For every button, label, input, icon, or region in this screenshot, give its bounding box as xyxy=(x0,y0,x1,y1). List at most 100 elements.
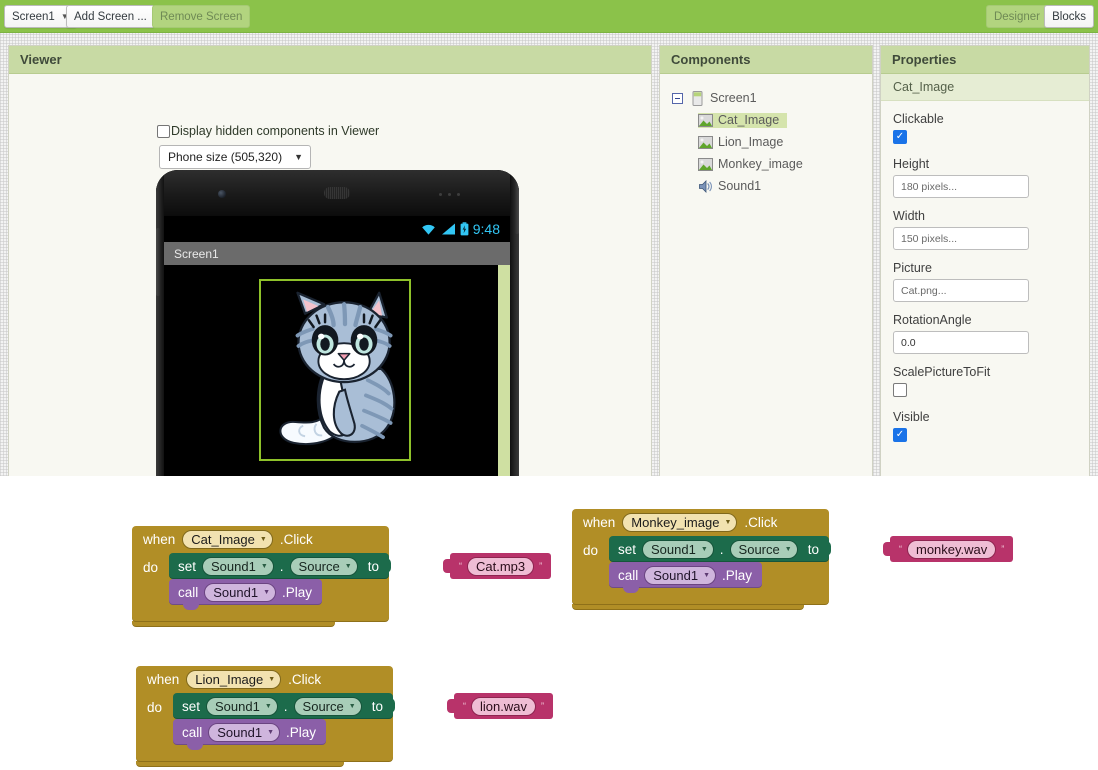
properties-panel: Properties Cat_Image Clickable ✓ Height … xyxy=(880,45,1090,477)
value-socket xyxy=(822,541,831,556)
call-component-dropdown[interactable]: Sound1 ▼ xyxy=(204,583,276,602)
tree-label: Screen1 xyxy=(710,91,757,105)
text-value-field[interactable]: Cat.mp3 xyxy=(467,557,534,576)
event-name: .Click xyxy=(280,532,313,547)
app-screen-area xyxy=(164,265,510,477)
when-monkey-image-click-block[interactable]: when Monkey_image ▼ .Click do set Sound1 xyxy=(572,509,829,604)
block-stack-monkey[interactable]: when Monkey_image ▼ .Click do set Sound1 xyxy=(572,509,829,609)
width-field[interactable]: 150 pixels... xyxy=(893,227,1029,250)
display-hidden-components-checkbox[interactable] xyxy=(157,125,170,138)
remove-screen-button[interactable]: Remove Screen xyxy=(152,5,250,28)
properties-list: Clickable ✓ Height 180 pixels... Width 1… xyxy=(881,101,1089,442)
collapse-toggle-icon[interactable] xyxy=(672,93,683,104)
setter-property-dropdown[interactable]: Source ▼ xyxy=(294,697,362,716)
dot-separator: . xyxy=(280,559,284,574)
blocks-tab-button[interactable]: Blocks xyxy=(1044,5,1094,28)
setter-component-dropdown[interactable]: Sound1 ▼ xyxy=(642,540,714,559)
setter-component-label: Sound1 xyxy=(651,542,696,557)
properties-panel-title: Properties xyxy=(881,46,1089,74)
text-value-field[interactable]: monkey.wav xyxy=(907,540,996,559)
add-screen-button[interactable]: Add Screen ... xyxy=(66,5,155,28)
height-field[interactable]: 180 pixels... xyxy=(893,175,1029,198)
app-title-text: Screen1 xyxy=(174,247,219,261)
setter-component-label: Sound1 xyxy=(215,699,260,714)
value-socket xyxy=(382,558,391,573)
wifi-icon xyxy=(420,222,437,236)
battery-icon xyxy=(460,222,469,236)
open-quote-icon: “ xyxy=(459,561,462,571)
block-plug xyxy=(883,542,891,556)
call-component-label: Sound1 xyxy=(213,585,258,600)
remove-screen-label: Remove Screen xyxy=(160,11,242,23)
power-button[interactable] xyxy=(515,182,519,234)
phone-left-bezel xyxy=(156,170,164,477)
call-sound1-play-block[interactable]: call Sound1 ▼ .Play xyxy=(169,579,322,605)
components-title-text: Components xyxy=(671,52,750,67)
call-method-label: .Play xyxy=(282,585,312,600)
call-component-dropdown[interactable]: Sound1 ▼ xyxy=(208,723,280,742)
call-component-label: Sound1 xyxy=(653,568,698,583)
picture-field[interactable]: Cat.png... xyxy=(893,279,1029,302)
call-sound1-play-block[interactable]: call Sound1 ▼ .Play xyxy=(173,719,326,745)
volume-button[interactable] xyxy=(156,228,160,296)
selected-component-label: Cat_Image xyxy=(893,80,954,94)
cat-picture xyxy=(261,281,409,459)
set-keyword: set xyxy=(182,699,200,714)
text-value-block-lion[interactable]: “ lion.wav ” xyxy=(454,693,553,719)
when-lion-image-click-block[interactable]: when Lion_Image ▼ .Click do set Sound1 xyxy=(136,666,393,761)
tree-label: Lion_Image xyxy=(718,135,783,149)
phone-size-select[interactable]: Phone size (505,320) ▼ xyxy=(159,145,311,169)
screen-icon xyxy=(690,91,705,106)
do-keyword: do xyxy=(583,543,598,558)
blocks-label: Blocks xyxy=(1052,11,1086,23)
event-component-dropdown[interactable]: Monkey_image ▼ xyxy=(622,513,737,532)
setter-component-dropdown[interactable]: Sound1 ▼ xyxy=(206,697,278,716)
call-component-dropdown[interactable]: Sound1 ▼ xyxy=(644,566,716,585)
designer-panels-area: Viewer Display hidden components in View… xyxy=(0,33,1098,476)
property-label-scalepicturetofit: ScalePictureToFit xyxy=(893,365,1077,379)
width-value: 150 pixels... xyxy=(901,233,957,245)
viewer-panel: Viewer Display hidden components in View… xyxy=(8,45,652,477)
block-plug xyxy=(447,699,455,713)
property-label-clickable: Clickable xyxy=(893,112,1077,126)
event-name: .Click xyxy=(288,672,321,687)
setter-component-dropdown[interactable]: Sound1 ▼ xyxy=(202,557,274,576)
block-stack-cat[interactable]: when Cat_Image ▼ .Click do set Sound1 xyxy=(132,526,389,626)
setter-property-dropdown[interactable]: Source ▼ xyxy=(290,557,358,576)
call-sound1-play-block[interactable]: call Sound1 ▼ .Play xyxy=(609,562,762,588)
block-stack-lion[interactable]: when Lion_Image ▼ .Click do set Sound1 xyxy=(136,666,393,766)
app-title-bar: Screen1 xyxy=(164,242,510,265)
tree-item-lion-image[interactable]: Lion_Image xyxy=(672,131,872,153)
tree-item-sound1[interactable]: Sound1 xyxy=(672,175,872,197)
setter-property-label: Source xyxy=(303,699,344,714)
top-toolbar: Screen1 ▼ Add Screen ... Remove Screen D… xyxy=(0,0,1098,33)
rotationangle-field[interactable]: 0.0 xyxy=(893,331,1029,354)
event-component-dropdown[interactable]: Cat_Image ▼ xyxy=(182,530,273,549)
scalepicturetofit-checkbox[interactable] xyxy=(893,383,907,397)
event-component-dropdown[interactable]: Lion_Image ▼ xyxy=(186,670,281,689)
set-keyword: set xyxy=(618,542,636,557)
tree-item-screen1[interactable]: Screen1 xyxy=(672,87,872,109)
clickable-checkbox[interactable]: ✓ xyxy=(893,130,907,144)
phone-size-value: Phone size (505,320) xyxy=(168,150,282,164)
set-sound1-source-block[interactable]: set Sound1 ▼ . Source ▼ to xyxy=(609,536,829,562)
sensor-dots-icon xyxy=(439,193,463,197)
text-value-field[interactable]: lion.wav xyxy=(471,697,536,716)
event-component-label: Cat_Image xyxy=(191,532,255,547)
tree-item-cat-image[interactable]: Cat_Image xyxy=(672,109,872,131)
set-sound1-source-block[interactable]: set Sound1 ▼ . Source ▼ to xyxy=(173,693,393,719)
text-value-block-monkey[interactable]: “ monkey.wav ” xyxy=(890,536,1013,562)
set-sound1-source-block[interactable]: set Sound1 ▼ . Source ▼ to xyxy=(169,553,389,579)
properties-title-text: Properties xyxy=(892,52,956,67)
chevron-down-icon: ▼ xyxy=(263,589,270,596)
chevron-down-icon: ▼ xyxy=(265,703,272,710)
components-panel-title: Components xyxy=(660,46,872,74)
tree-item-monkey-image[interactable]: Monkey_image xyxy=(672,153,872,175)
cat-image-component[interactable] xyxy=(259,279,411,461)
visible-checkbox[interactable]: ✓ xyxy=(893,428,907,442)
when-cat-image-click-block[interactable]: when Cat_Image ▼ .Click do set Sound1 xyxy=(132,526,389,621)
designer-tab-button[interactable]: Designer xyxy=(986,5,1048,28)
screen-vertical-scrollbar[interactable] xyxy=(498,265,510,477)
setter-property-dropdown[interactable]: Source ▼ xyxy=(730,540,798,559)
text-value-block-cat[interactable]: “ Cat.mp3 ” xyxy=(450,553,551,579)
